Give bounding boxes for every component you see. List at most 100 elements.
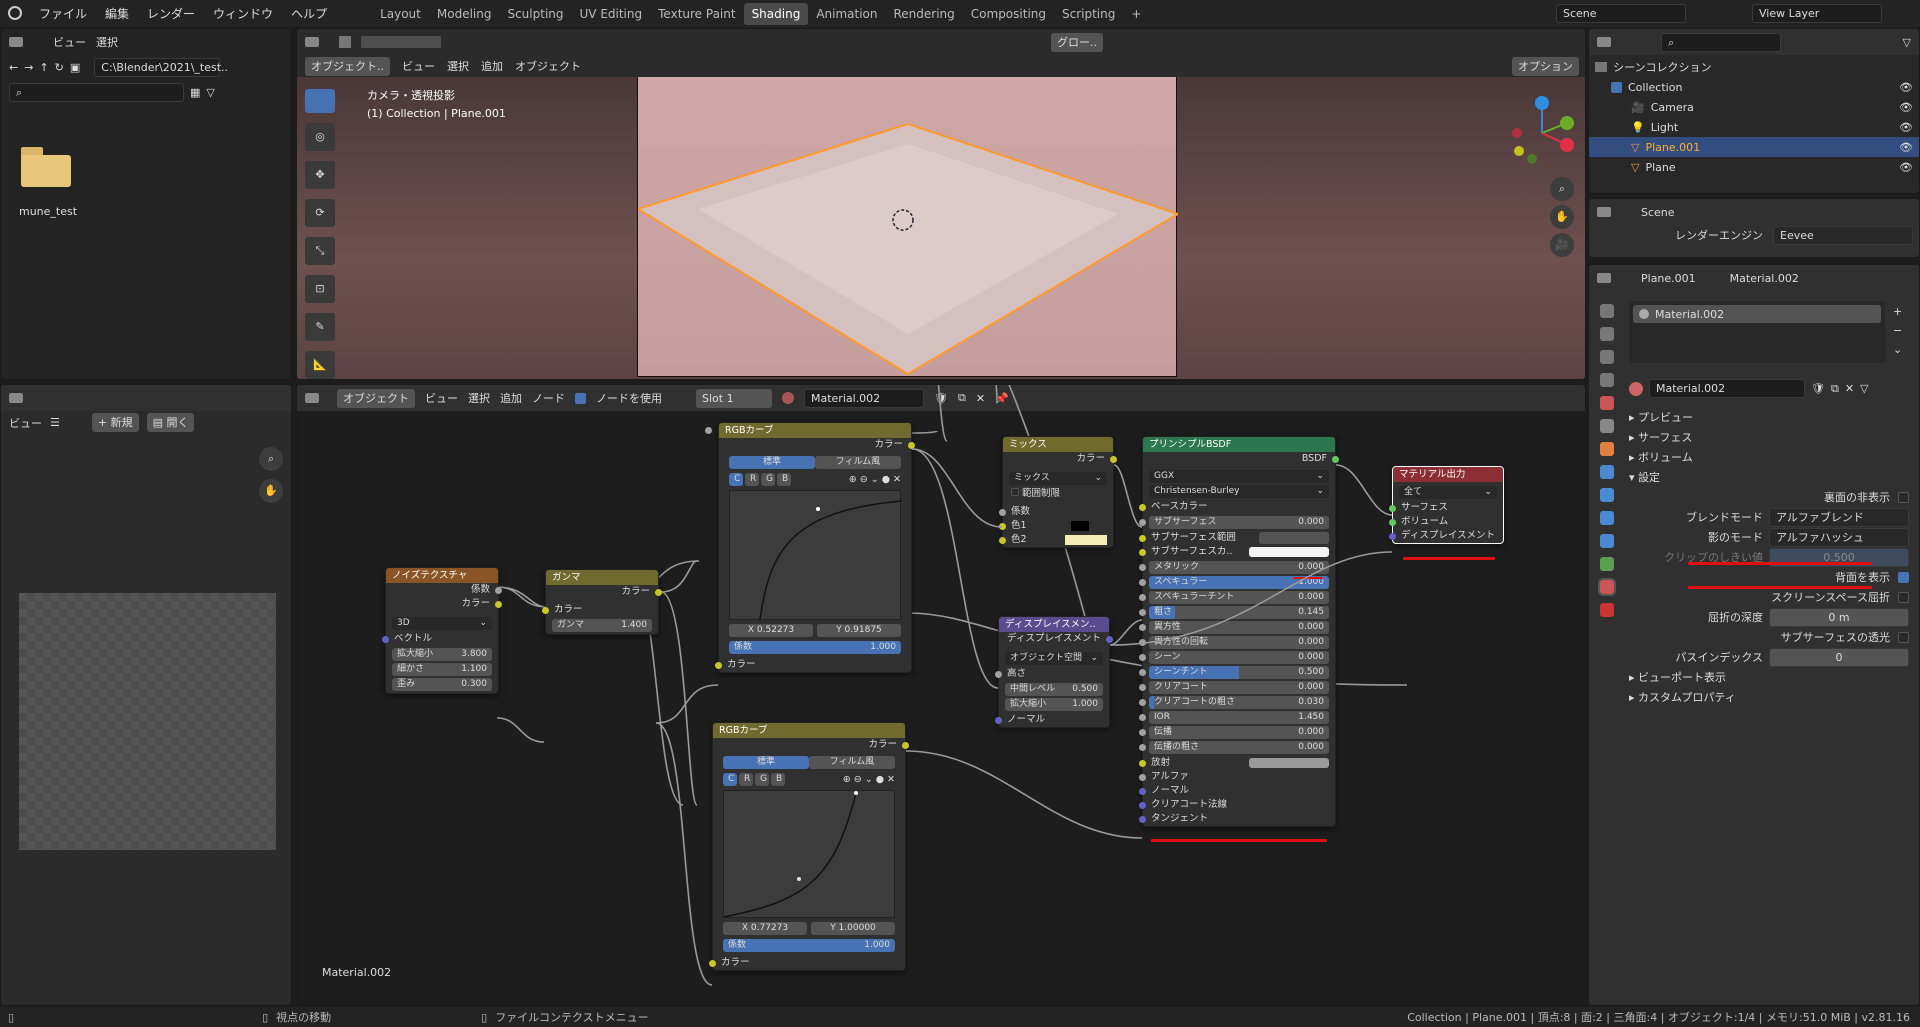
view-menu[interactable]: ビュー — [9, 415, 42, 431]
bsdf-input-socket[interactable] — [1139, 639, 1146, 646]
rgb1-out-socket[interactable] — [908, 442, 915, 449]
gamma-out-socket[interactable] — [655, 589, 662, 596]
bsdf-input-row[interactable]: クリアコート法線 — [1139, 798, 1335, 812]
disp-height-socket[interactable] — [995, 671, 1002, 678]
mix-blend-dropdown[interactable]: ミックス ⌄ — [1009, 472, 1107, 485]
outliner-item-collection[interactable]: Collection 👁 — [1595, 77, 1913, 97]
mix-out-socket[interactable] — [1110, 456, 1117, 463]
rgb1-node-title[interactable]: RGBカーブ — [719, 423, 911, 438]
disp-scale-field[interactable]: 拡大縮小 1.000 — [1005, 698, 1103, 711]
section-preview[interactable]: ▸ プレビュー — [1629, 407, 1909, 427]
rgb1-channel-r[interactable]: R — [745, 473, 759, 486]
tab-uv-editing[interactable]: UV Editing — [572, 3, 651, 25]
section-custom-props[interactable]: ▸ カスタムプロパティ — [1629, 687, 1909, 707]
mix-clamp-checkbox[interactable] — [1011, 488, 1019, 496]
path-field[interactable]: C:\Blender\2021\_test.. — [94, 58, 228, 77]
tool-tab-icon[interactable] — [1600, 304, 1614, 318]
unlink-icon[interactable]: ✕ — [1845, 382, 1854, 395]
bsdf-input-socket[interactable] — [1139, 714, 1146, 721]
outliner-type-icon[interactable] — [1597, 37, 1611, 47]
select-tool-icon[interactable] — [339, 36, 351, 48]
editor-type-icon[interactable] — [9, 37, 23, 47]
viewport-menu-add[interactable]: 追加 — [481, 58, 503, 74]
bsdf-sss-method-dropdown[interactable]: Christensen-Burley ⌄ — [1149, 485, 1329, 498]
ssr-checkbox[interactable] — [1898, 591, 1909, 603]
view-layer-tab-icon[interactable] — [1600, 373, 1614, 387]
viewport-pan-icon[interactable]: ✋ — [1550, 205, 1574, 229]
world-tab-icon[interactable] — [1600, 419, 1614, 433]
rgb1-y-field[interactable]: Y 0.91875 — [817, 624, 901, 637]
rgb2-x-field[interactable]: X 0.77273 — [723, 922, 807, 935]
bsdf-input-row[interactable]: タンジェント — [1139, 812, 1335, 826]
collection-checkbox[interactable] — [1611, 81, 1622, 93]
options-dropdown[interactable]: オプション — [1512, 56, 1579, 76]
viewport-menu-select[interactable]: 選択 — [447, 58, 469, 74]
rgb1-zoom-icons[interactable]: ⊕ ⊖ ⌄ ● ✕ — [849, 474, 901, 485]
gamma-in-socket[interactable] — [542, 607, 549, 614]
file-menu-view[interactable]: ビュー — [53, 34, 86, 50]
refraction-depth-field[interactable]: 0 m — [1769, 607, 1909, 627]
outliner-root[interactable]: シーンコレクション — [1595, 57, 1913, 77]
props-type-icon[interactable] — [1597, 207, 1611, 217]
menu-help[interactable]: ヘルプ — [282, 5, 336, 22]
bsdf-input-row[interactable]: 異方性 0.000 — [1139, 621, 1329, 634]
show-backface-checkbox[interactable] — [1898, 571, 1909, 583]
disp-node-title[interactable]: ディスプレイスメン.. — [999, 617, 1109, 632]
tab-modeling[interactable]: Modeling — [429, 3, 500, 25]
rgb1-fac-field[interactable]: 係数 1.000 — [705, 427, 901, 654]
outliner-item-camera[interactable]: 🎥 Camera 👁 — [1595, 97, 1913, 117]
bsdf-input-socket[interactable] — [1139, 802, 1146, 809]
output-surface-socket[interactable] — [1389, 505, 1396, 512]
rgb1-tab-standard[interactable]: 標準 — [729, 456, 815, 469]
node-displacement[interactable]: ディスプレイスメン.. ディスプレイスメント オブジェクト空間 ⌄ 高さ 中間レベ… — [995, 616, 1113, 728]
constraints-tab-icon[interactable] — [1600, 534, 1614, 548]
transform-orientation-dropdown[interactable]: グロー.. — [1051, 32, 1103, 52]
noise-distortion-field[interactable]: 歪み 0.300 — [392, 678, 492, 691]
rgb2-zoom-icons[interactable]: ⊕ ⊖ ⌄ ● ✕ — [843, 774, 895, 785]
section-surface[interactable]: ▸ サーフェス — [1629, 427, 1909, 447]
tab-rendering[interactable]: Rendering — [886, 3, 963, 25]
menu-file[interactable]: ファイル — [30, 5, 96, 22]
bsdf-sss-radius-dropdown[interactable] — [1259, 532, 1329, 544]
folder-label[interactable]: mune_test — [19, 205, 77, 218]
refresh-icon[interactable]: ↻ — [55, 61, 64, 74]
rgb1-x-field[interactable]: X 0.52273 — [729, 624, 813, 637]
rgb2-node-title[interactable]: RGBカーブ — [713, 723, 905, 738]
physics-tab-icon[interactable] — [1600, 511, 1614, 525]
parent-dir-icon[interactable]: ↑ — [39, 61, 48, 74]
file-search-input[interactable]: ⌕ — [9, 83, 184, 102]
disp-normal-socket[interactable] — [995, 717, 1002, 724]
menu-icon[interactable]: ☰ — [50, 416, 60, 429]
material-slot-item[interactable]: Material.002 — [1633, 305, 1881, 323]
cursor-tool-icon[interactable]: ◎ — [305, 123, 335, 151]
particles-tab-icon[interactable] — [1600, 488, 1614, 502]
bsdf-input-row[interactable]: アルファ — [1139, 770, 1335, 784]
bsdf-input-row[interactable]: ベースカラー — [1139, 500, 1335, 514]
bsdf-input-socket[interactable] — [1139, 699, 1146, 706]
bsdf-input-socket[interactable] — [1139, 774, 1146, 781]
props-editor-icon[interactable] — [1597, 273, 1611, 283]
bsdf-input-row[interactable]: スペキュラーチント 0.000 — [1139, 591, 1329, 604]
disp-out-socket[interactable] — [1106, 636, 1113, 643]
node-rgb-curves-2[interactable]: RGBカーブ カラー 標準 フィルム風 C R G B ⊕ ⊖ ⌄ ● ✕ X … — [709, 722, 909, 971]
rgb1-fac-socket[interactable] — [705, 427, 712, 434]
rotate-tool-icon[interactable]: ⟳ — [305, 199, 335, 227]
display-mode-icon[interactable]: ▦ — [190, 86, 200, 99]
rgb2-channel-c[interactable]: C — [723, 773, 737, 786]
section-volume[interactable]: ▸ ボリューム — [1629, 447, 1909, 467]
mix-c1-socket[interactable] — [999, 523, 1006, 530]
tab-layout[interactable]: Layout — [372, 3, 429, 25]
outliner-item-plane-001[interactable]: ▽ Plane.001 👁 — [1589, 137, 1919, 157]
section-viewport-display[interactable]: ▸ ビューポート表示 — [1629, 667, 1909, 687]
fake-user-button-icon[interactable]: 🛡 — [1811, 382, 1825, 395]
filter-icon[interactable]: ▽ — [206, 86, 214, 99]
mix-node-title[interactable]: ミックス — [1003, 437, 1113, 452]
outliner-filter-icon[interactable]: ▽ — [1903, 36, 1911, 49]
bsdf-input-row[interactable]: シーンチント 0.500 — [1139, 666, 1329, 679]
menu-edit[interactable]: 編集 — [96, 5, 138, 22]
bsdf-input-row[interactable]: 伝播の粗さ 0.000 — [1139, 741, 1329, 754]
mix-c2-socket[interactable] — [999, 537, 1006, 544]
zoom-icon[interactable]: ⌕ — [259, 447, 283, 471]
bsdf-input-socket[interactable] — [1139, 579, 1146, 586]
bsdf-input-row[interactable]: 放射 — [1139, 756, 1335, 770]
